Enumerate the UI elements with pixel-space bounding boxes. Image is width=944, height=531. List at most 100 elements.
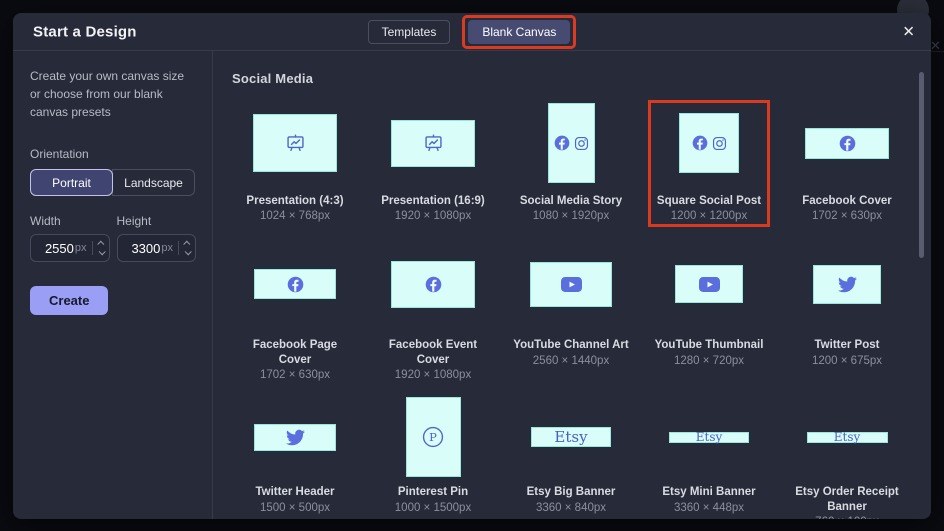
canvas-preview — [805, 128, 889, 159]
canvas-preview — [675, 265, 743, 303]
preset-preview-area: Etsy — [669, 397, 749, 477]
section-title: Social Media — [232, 71, 931, 86]
preset-etsy-order-receipt-banner[interactable]: Etsy Etsy Order Receipt Banner 760 × 100px — [778, 397, 916, 519]
preset-name: Facebook Event Cover — [374, 338, 492, 367]
preset-social-media-story[interactable]: Social Media Story 1080 × 1920px — [502, 100, 640, 222]
preset-facebook-page-cover[interactable]: Facebook Page Cover 1702 × 630px — [226, 238, 364, 381]
preset-preview-area: Etsy — [807, 397, 888, 477]
preset-size: 1702 × 630px — [260, 369, 330, 381]
preset-presentation-16-9[interactable]: Presentation (16:9)1920 × 1080px — [364, 100, 502, 222]
facebook-icon — [692, 135, 708, 151]
width-input[interactable]: 2550 px — [30, 234, 110, 262]
canvas-preview: Etsy — [669, 432, 749, 443]
preset-preview-area — [813, 238, 881, 330]
instagram-icon — [574, 136, 589, 151]
preset-twitter-header[interactable]: Twitter Header1500 × 500px — [226, 397, 364, 519]
preset-size: 1200 × 675px — [812, 355, 882, 367]
tab-templates[interactable]: Templates — [368, 20, 451, 44]
preset-twitter-post[interactable]: Twitter Post1200 × 675px — [778, 238, 916, 381]
orientation-toggle: Portrait Landscape — [30, 169, 196, 196]
preset-preview-area — [530, 238, 612, 330]
preset-name: Facebook Cover — [802, 194, 891, 208]
facebook-icon — [425, 276, 442, 293]
chevron-up-icon[interactable] — [183, 241, 190, 248]
modal-body: Create your own canvas size or choose fr… — [13, 51, 931, 519]
preset-preview-area — [391, 100, 475, 186]
sidebar-description: Create your own canvas size or choose fr… — [30, 67, 196, 121]
preset-size: 1500 × 500px — [260, 502, 330, 514]
width-unit: px — [75, 242, 87, 254]
start-design-modal: Start a Design Templates Blank Canvas ✕ … — [13, 13, 931, 519]
preset-etsy-big-banner[interactable]: EtsyEtsy Big Banner3360 × 840px — [502, 397, 640, 519]
facebook-icon — [839, 135, 856, 152]
preset-youtube-channel-art[interactable]: YouTube Channel Art 2560 × 1440px — [502, 238, 640, 381]
preset-name: Etsy Big Banner — [527, 485, 616, 499]
chevron-down-icon[interactable] — [185, 248, 192, 255]
preset-name: Facebook Page Cover — [236, 338, 354, 367]
youtube-icon — [699, 277, 720, 292]
preset-size: 1280 × 720px — [674, 355, 744, 367]
preset-name: Square Social Post — [657, 194, 761, 208]
etsy-logo-text: Etsy — [554, 430, 587, 445]
preset-size: 3360 × 448px — [674, 502, 744, 514]
modal-header: Start a Design Templates Blank Canvas ✕ — [13, 13, 931, 51]
etsy-logo-text: Etsy — [834, 431, 861, 443]
preset-size: 2560 × 1440px — [533, 355, 609, 367]
facebook-icon — [287, 276, 304, 293]
orientation-landscape-button[interactable]: Landscape — [112, 169, 195, 196]
preset-preview-area — [679, 100, 739, 186]
tab-group: Templates Blank Canvas — [368, 15, 577, 49]
dimension-fields: Width 2550 px Height 3300 px — [30, 214, 196, 262]
preset-name: YouTube Channel Art — [513, 338, 628, 352]
preset-etsy-mini-banner[interactable]: EtsyEtsy Mini Banner3360 × 448px — [640, 397, 778, 519]
preset-pinterest-pin[interactable]: P Pinterest Pin 1000 × 1500px — [364, 397, 502, 519]
height-unit: px — [161, 242, 173, 254]
preset-size: 760 × 100px — [815, 516, 879, 519]
width-value: 2550 — [38, 241, 74, 256]
close-icon[interactable]: ✕ — [902, 24, 915, 39]
presentation-board-icon — [423, 133, 444, 154]
preset-name: Social Media Story — [520, 194, 622, 208]
preset-name: YouTube Thumbnail — [655, 338, 764, 352]
canvas-preview — [530, 262, 612, 307]
width-stepper[interactable] — [92, 241, 104, 255]
preset-size: 1200 × 1200px — [671, 210, 747, 222]
canvas-preview — [254, 424, 336, 451]
preset-preview-area — [254, 238, 336, 330]
preset-size: 1000 × 1500px — [395, 502, 471, 514]
chevron-up-icon[interactable] — [97, 241, 104, 248]
instagram-icon — [712, 136, 727, 151]
canvas-preview — [679, 113, 739, 173]
sidebar: Create your own canvas size or choose fr… — [13, 51, 213, 519]
preset-name: Pinterest Pin — [398, 485, 468, 499]
orientation-label: Orientation — [30, 147, 196, 161]
preset-youtube-thumbnail[interactable]: YouTube Thumbnail 1280 × 720px — [640, 238, 778, 381]
preset-presentation-4-3[interactable]: Presentation (4:3)1024 × 768px — [226, 100, 364, 222]
preset-facebook-event-cover[interactable]: Facebook Event Cover 1920 × 1080px — [364, 238, 502, 381]
preset-name: Etsy Order Receipt Banner — [788, 485, 906, 514]
height-input[interactable]: 3300 px — [117, 234, 197, 262]
preset-grid: Presentation (4:3)1024 × 768pxPresentati… — [226, 100, 931, 519]
preset-size: 1920 × 1080px — [395, 369, 471, 381]
preset-size: 1080 × 1920px — [533, 210, 609, 222]
canvas-preview — [253, 114, 337, 172]
preset-square-social-post[interactable]: Square Social Post 1200 × 1200px — [640, 100, 778, 222]
pinterest-icon: P — [422, 426, 444, 448]
create-button[interactable]: Create — [30, 286, 108, 315]
width-label: Width — [30, 214, 110, 228]
canvas-preview — [813, 265, 881, 304]
preset-facebook-cover[interactable]: Facebook Cover1702 × 630px — [778, 100, 916, 222]
canvas-preview — [254, 269, 336, 299]
modal-title: Start a Design — [33, 23, 137, 40]
orientation-portrait-button[interactable]: Portrait — [30, 169, 113, 196]
height-stepper[interactable] — [178, 241, 190, 255]
height-label: Height — [117, 214, 197, 228]
scrollbar-thumb[interactable] — [919, 72, 924, 258]
canvas-preview — [391, 120, 475, 167]
preset-size: 1024 × 768px — [260, 210, 330, 222]
tab-blank-canvas[interactable]: Blank Canvas — [468, 20, 570, 44]
presentation-board-icon — [285, 133, 306, 154]
preset-preview-area — [548, 100, 595, 186]
twitter-icon — [838, 275, 857, 294]
chevron-down-icon[interactable] — [98, 248, 105, 255]
